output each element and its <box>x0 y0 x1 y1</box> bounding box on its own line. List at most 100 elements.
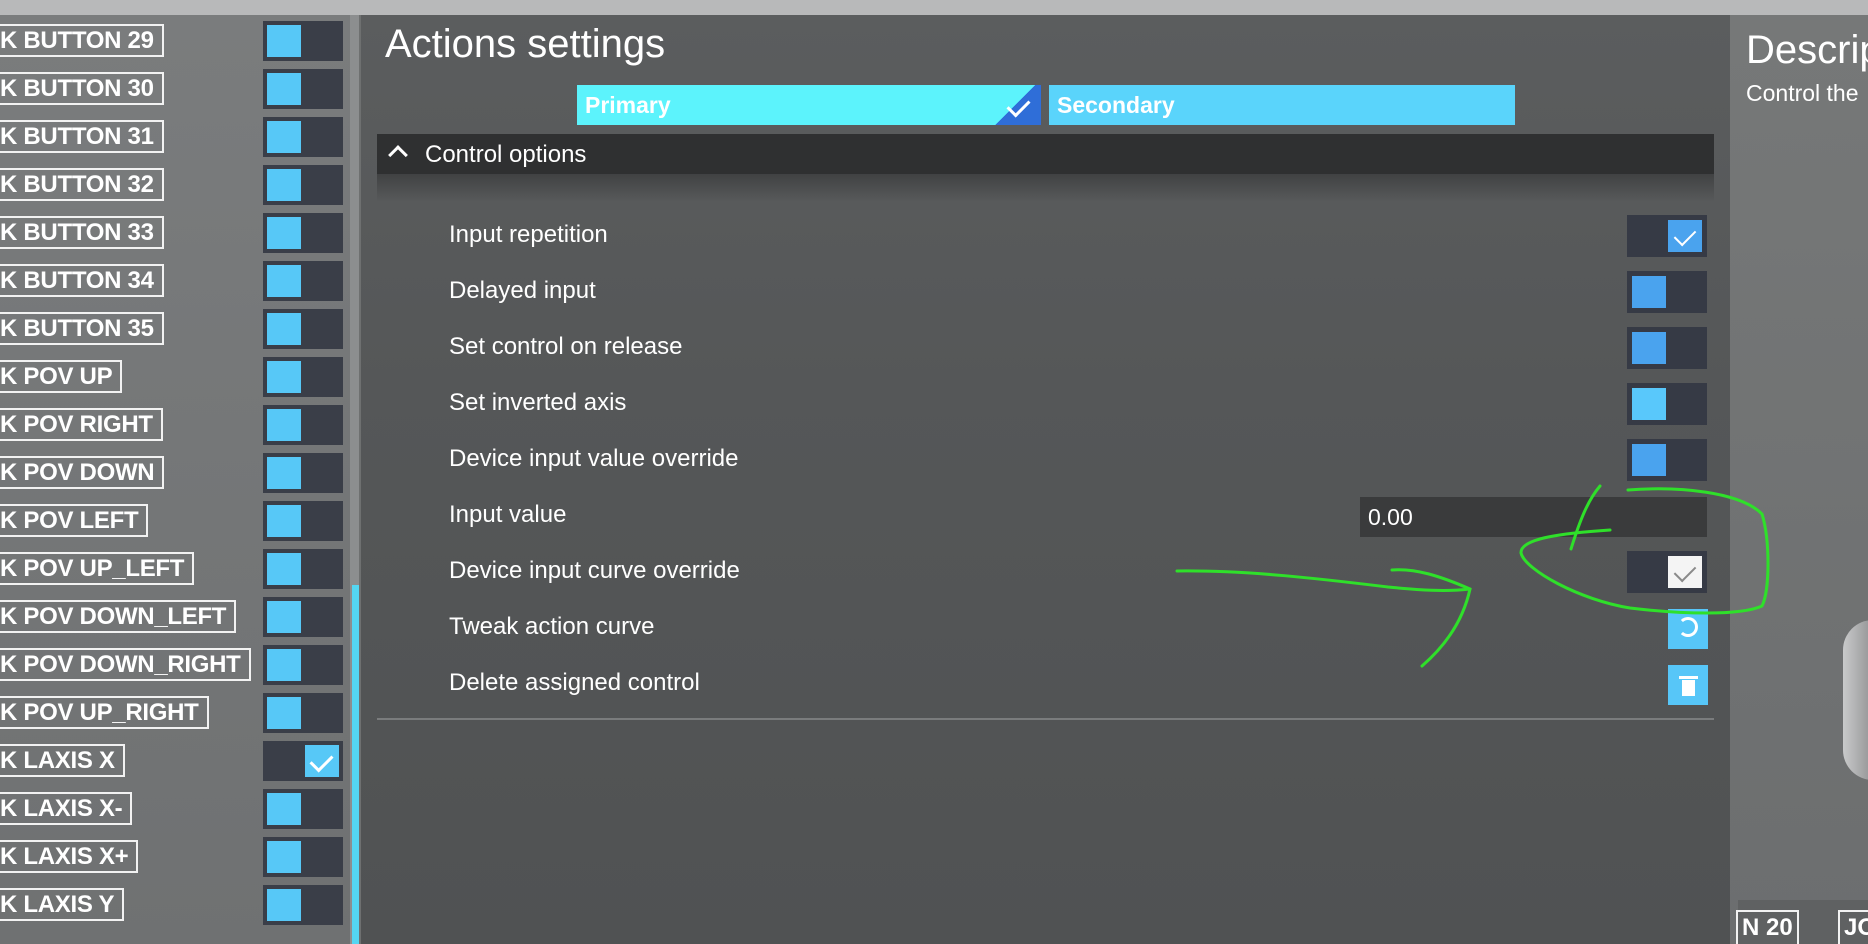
control-options-header[interactable]: Control options <box>377 134 1714 174</box>
key-binding-row[interactable]: K LAXIS X+ <box>0 834 356 877</box>
option-input-value: Input value 0.00 <box>377 489 1714 545</box>
key-binding-toggle[interactable] <box>263 21 343 61</box>
key-binding-toggle[interactable] <box>263 885 343 925</box>
key-binding-toggle[interactable] <box>263 741 343 781</box>
option-label: Device input curve override <box>449 557 740 584</box>
key-binding-row[interactable]: K BUTTON 35 <box>0 306 356 349</box>
key-binding-label: K POV DOWN_LEFT <box>0 600 237 633</box>
device-input-value-override-toggle[interactable] <box>1627 439 1707 481</box>
input-value-field[interactable]: 0.00 <box>1360 497 1707 537</box>
key-binding-label: K LAXIS X+ <box>0 840 139 873</box>
key-binding-label: K POV RIGHT <box>0 408 163 441</box>
key-binding-toggle[interactable] <box>263 309 343 349</box>
key-binding-row[interactable]: K POV DOWN_LEFT <box>0 594 356 637</box>
key-binding-row[interactable]: K POV RIGHT <box>0 402 356 445</box>
key-binding-label: K POV DOWN_RIGHT <box>0 648 251 681</box>
key-binding-toggle[interactable] <box>263 357 343 397</box>
key-binding-row[interactable]: K BUTTON 30 <box>0 66 356 109</box>
option-label: Input value <box>449 501 567 528</box>
option-set-control-on-release: Set control on release <box>377 321 1714 377</box>
key-binding-toggle[interactable] <box>263 405 343 445</box>
toggle-knob <box>305 745 339 777</box>
tab-secondary-label: Secondary <box>1057 92 1175 118</box>
key-binding-label: K POV UP_LEFT <box>0 552 195 585</box>
toggle-knob <box>267 601 301 633</box>
key-binding-row[interactable]: K LAXIS Y <box>0 882 356 925</box>
key-binding-row[interactable]: K BUTTON 33 <box>0 210 356 253</box>
key-binding-toggle[interactable] <box>263 501 343 541</box>
option-label: Set control on release <box>449 333 683 360</box>
key-binding-toggle[interactable] <box>263 117 343 157</box>
toggle-knob <box>267 505 301 537</box>
option-label: Device input value override <box>449 445 739 472</box>
key-binding-row[interactable]: K POV DOWN_RIGHT <box>0 642 356 685</box>
section-divider <box>377 718 1714 720</box>
key-binding-label: K POV DOWN <box>0 456 165 489</box>
key-binding-row[interactable]: K POV DOWN <box>0 450 356 493</box>
key-binding-label: K POV UP <box>0 360 123 393</box>
key-binding-list: K BUTTON 29 K BUTTON 30 K BUTTON 31 K BUTTO… <box>0 15 356 944</box>
toggle-knob <box>267 553 301 585</box>
toggle-knob <box>267 697 301 729</box>
toggle-knob <box>1668 220 1702 252</box>
delete-assigned-control-button[interactable] <box>1668 665 1708 705</box>
key-binding-row[interactable]: K BUTTON 29 <box>0 18 356 61</box>
toggle-knob <box>267 649 301 681</box>
key-binding-toggle[interactable] <box>263 213 343 253</box>
key-binding-row[interactable]: K LAXIS X- <box>0 786 356 829</box>
option-device-input-curve-override: Device input curve override <box>377 545 1714 601</box>
key-binding-row[interactable]: K POV UP <box>0 354 356 397</box>
key-binding-row[interactable]: K BUTTON 32 <box>0 162 356 205</box>
description-title: Descrip <box>1746 28 1868 72</box>
key-binding-label: K BUTTON 29 <box>0 24 164 57</box>
key-binding-row[interactable]: K POV UP_RIGHT <box>0 690 356 733</box>
key-binding-toggle[interactable] <box>263 549 343 589</box>
key-binding-toggle[interactable] <box>263 837 343 877</box>
toggle-knob <box>267 217 301 249</box>
trash-icon-body <box>1682 680 1695 696</box>
toggle-knob <box>1632 444 1666 476</box>
toggle-knob <box>267 73 301 105</box>
key-binding-row[interactable]: K BUTTON 31 <box>0 114 356 157</box>
toggle-knob <box>1668 556 1702 588</box>
tab-primary[interactable]: Primary <box>577 85 1041 125</box>
toggle-knob <box>1632 388 1666 420</box>
option-input-repetition: Input repetition <box>377 209 1714 265</box>
key-binding-toggle[interactable] <box>263 693 343 733</box>
chevron-up-icon[interactable] <box>388 145 408 165</box>
option-label: Delete assigned control <box>449 669 700 696</box>
right-key-label[interactable]: JO <box>1838 910 1868 944</box>
device-input-curve-override-toggle[interactable] <box>1627 551 1707 593</box>
trash-icon <box>1679 676 1698 679</box>
key-binding-toggle[interactable] <box>263 789 343 829</box>
input-repetition-toggle[interactable] <box>1627 215 1707 257</box>
key-binding-label: K POV LEFT <box>0 504 149 537</box>
key-binding-row[interactable]: K POV UP_LEFT <box>0 546 356 589</box>
key-binding-label: K BUTTON 35 <box>0 312 164 345</box>
key-binding-row[interactable]: K POV LEFT <box>0 498 356 541</box>
key-binding-label: K BUTTON 33 <box>0 216 164 249</box>
set-control-on-release-toggle[interactable] <box>1627 327 1707 369</box>
key-binding-toggle[interactable] <box>263 261 343 301</box>
set-inverted-axis-toggle[interactable] <box>1627 383 1707 425</box>
option-set-inverted-axis: Set inverted axis <box>377 377 1714 433</box>
key-binding-row[interactable]: K BUTTON 34 <box>0 258 356 301</box>
option-label: Tweak action curve <box>449 613 655 640</box>
key-binding-toggle[interactable] <box>263 453 343 493</box>
key-binding-toggle[interactable] <box>263 69 343 109</box>
key-binding-row[interactable]: K LAXIS X <box>0 738 356 781</box>
list-scrollbar-thumb[interactable] <box>352 585 359 944</box>
tab-secondary[interactable]: Secondary <box>1049 85 1515 125</box>
right-key-label[interactable]: N 20 <box>1736 910 1799 944</box>
toggle-knob <box>267 25 301 57</box>
toggle-knob <box>267 889 301 921</box>
key-binding-toggle[interactable] <box>263 645 343 685</box>
key-binding-toggle[interactable] <box>263 165 343 205</box>
tweak-action-curve-button[interactable] <box>1668 609 1708 649</box>
toggle-knob <box>267 841 301 873</box>
delayed-input-toggle[interactable] <box>1627 271 1707 313</box>
toggle-knob <box>267 409 301 441</box>
top-bar <box>0 0 1868 15</box>
key-binding-toggle[interactable] <box>263 597 343 637</box>
toggle-knob <box>267 793 301 825</box>
